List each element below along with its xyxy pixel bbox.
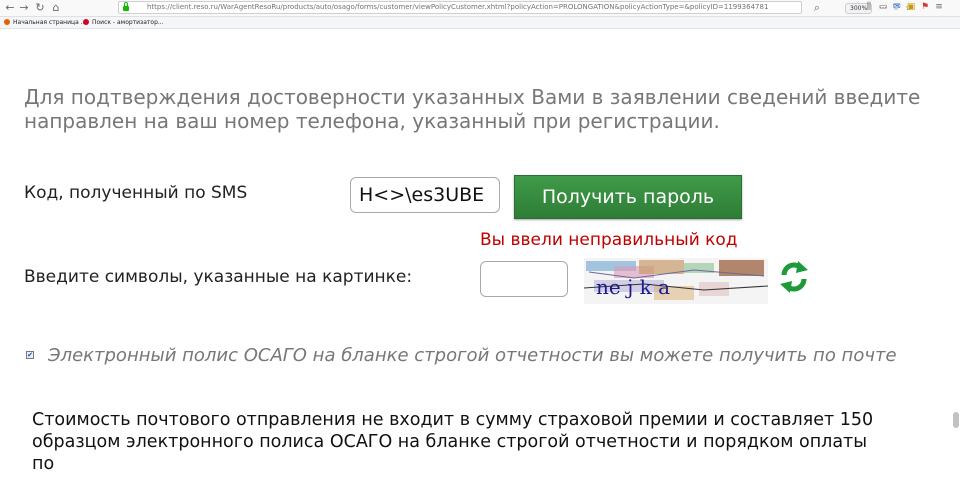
reload-icon[interactable]: ↻ [33, 1, 47, 15]
back-arrow-icon[interactable]: ← [3, 1, 17, 15]
refresh-captcha-icon[interactable] [776, 257, 812, 297]
lock-icon [123, 2, 129, 11]
home-icon[interactable]: ⌂ [49, 1, 63, 15]
captcha-input[interactable] [480, 261, 568, 297]
address-bar[interactable]: https://client.reso.ru/WarAgentResoRu/pr… [118, 1, 912, 14]
flag-icon[interactable]: ⚑ [918, 1, 932, 14]
captcha-text: ne j k a [596, 275, 670, 299]
get-password-button[interactable]: Получить пароль [514, 175, 742, 219]
url-text[interactable]: https://client.reso.ru/WarAgentResoRu/pr… [147, 2, 768, 13]
forward-arrow-icon[interactable]: → [17, 1, 31, 15]
firefox-icon [4, 19, 10, 25]
captcha-label: Введите символы, указанные на картинке: [24, 267, 413, 287]
page-content: Для подтверждения достоверности указанны… [0, 29, 960, 485]
postal-cost-text: Стоимость почтового отправления не входи… [32, 410, 874, 474]
sms-code-input[interactable]: H<>\es3UBE [350, 177, 500, 213]
search-icon[interactable]: ⌕ [810, 1, 824, 15]
library-icon[interactable]: ⫼ [862, 1, 876, 14]
menu-icon[interactable]: ≡ [932, 1, 946, 14]
error-message: Вы ввели неправильный код [480, 230, 738, 250]
bookmark-item-home[interactable]: Начальная страница ... [4, 17, 86, 28]
browser-toolbar: ← → ↻ ⌂ https://client.reso.ru/WarAgentR… [0, 0, 960, 17]
extension-icon[interactable]: ▣ [904, 1, 918, 14]
scrollbar-thumb[interactable] [953, 412, 959, 428]
sms-code-label: Код, полученный по SMS [24, 183, 248, 203]
confirmation-instructions: Для подтверждения достоверности указанны… [24, 85, 921, 133]
captcha-image: ne j k a [584, 258, 768, 304]
epolicy-text: Электронный полис ОСАГО на бланке строго… [48, 345, 897, 366]
search-site-icon [83, 19, 89, 25]
bookmark-item-search[interactable]: Поиск - амортизатор... [83, 17, 164, 28]
mail-icon[interactable]: ✉ [890, 1, 904, 14]
epolicy-checkbox[interactable]: ✔ [26, 351, 34, 359]
bookmarks-bar: Начальная страница ... Поиск - амортизат… [0, 17, 960, 29]
sidebar-icon[interactable]: ▭ [876, 1, 890, 14]
